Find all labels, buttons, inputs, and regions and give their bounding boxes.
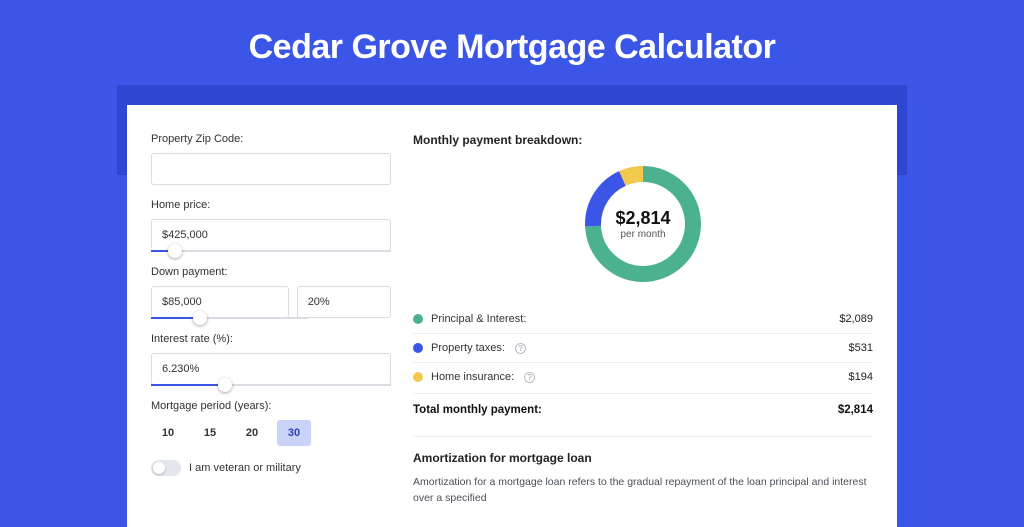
amortization-title: Amortization for mortgage loan: [413, 451, 873, 465]
veteran-label: I am veteran or military: [189, 462, 301, 474]
zip-input[interactable]: [151, 153, 391, 185]
slider-thumb[interactable]: [218, 378, 232, 392]
legend-amount: $531: [849, 342, 873, 354]
info-icon[interactable]: ?: [524, 372, 535, 383]
downpayment-slider[interactable]: [151, 317, 308, 319]
period-option-20[interactable]: 20: [235, 420, 269, 446]
legend-dot: [413, 372, 423, 382]
legend-dot: [413, 314, 423, 324]
homeprice-input[interactable]: [151, 219, 391, 251]
period-field: Mortgage period (years): 10 15 20 30: [151, 400, 391, 446]
veteran-toggle[interactable]: [151, 460, 181, 476]
veteran-row: I am veteran or military: [151, 460, 391, 476]
legend-label: Principal & Interest:: [431, 313, 526, 325]
slider-thumb[interactable]: [193, 311, 207, 325]
donut-sub: per month: [620, 229, 665, 240]
legend-amount: $194: [849, 371, 873, 383]
homeprice-field: Home price:: [151, 199, 391, 252]
total-amount: $2,814: [838, 404, 873, 416]
form-column: Property Zip Code: Home price: Down paym…: [151, 133, 391, 507]
legend-label: Property taxes:: [431, 342, 505, 354]
homeprice-label: Home price:: [151, 199, 391, 211]
toggle-knob: [153, 462, 165, 474]
downpayment-percent-input[interactable]: [297, 286, 391, 318]
rate-input[interactable]: [151, 353, 391, 385]
legend-dot: [413, 343, 423, 353]
legend-row: Home insurance:? $194: [413, 363, 873, 391]
downpayment-field: Down payment:: [151, 266, 391, 319]
breakdown-column: Monthly payment breakdown: $2,814 per mo…: [413, 133, 873, 507]
donut-chart: $2,814 per month: [413, 161, 873, 287]
period-option-10[interactable]: 10: [151, 420, 185, 446]
zip-field: Property Zip Code:: [151, 133, 391, 185]
donut-value: $2,814: [615, 208, 670, 229]
rate-slider[interactable]: [151, 384, 391, 386]
downpayment-label: Down payment:: [151, 266, 391, 278]
slider-thumb[interactable]: [168, 244, 182, 258]
homeprice-slider[interactable]: [151, 250, 391, 252]
legend-row: Principal & Interest: $2,089: [413, 305, 873, 334]
period-option-15[interactable]: 15: [193, 420, 227, 446]
period-label: Mortgage period (years):: [151, 400, 391, 412]
breakdown-title: Monthly payment breakdown:: [413, 133, 873, 147]
info-icon[interactable]: ?: [515, 343, 526, 354]
rate-field: Interest rate (%):: [151, 333, 391, 386]
amortization-block: Amortization for mortgage loan Amortizat…: [413, 436, 873, 507]
legend-row: Property taxes:? $531: [413, 334, 873, 363]
legend-amount: $2,089: [839, 313, 873, 325]
legend-label: Home insurance:: [431, 371, 514, 383]
calculator-card: Property Zip Code: Home price: Down paym…: [127, 105, 897, 527]
total-row: Total monthly payment: $2,814: [413, 393, 873, 430]
zip-label: Property Zip Code:: [151, 133, 391, 145]
legend: Principal & Interest: $2,089 Property taxe…: [413, 305, 873, 391]
period-option-30[interactable]: 30: [277, 420, 311, 446]
total-label: Total monthly payment:: [413, 404, 542, 416]
amortization-text: Amortization for a mortgage loan refers …: [413, 475, 873, 507]
downpayment-amount-input[interactable]: [151, 286, 289, 318]
rate-label: Interest rate (%):: [151, 333, 391, 345]
page-title: Cedar Grove Mortgage Calculator: [0, 0, 1024, 85]
donut-center: $2,814 per month: [580, 161, 706, 287]
